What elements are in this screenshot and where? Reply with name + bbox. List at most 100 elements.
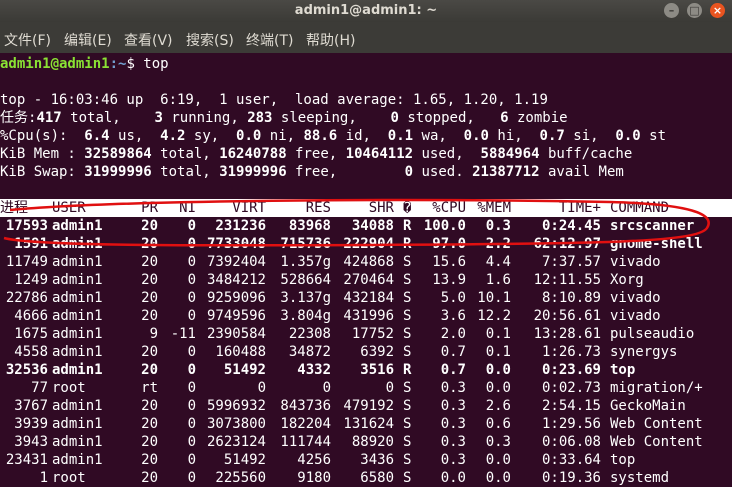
cell-ni: 0 xyxy=(187,452,196,468)
cell-virt: 51492 xyxy=(223,452,266,468)
cell-s: S xyxy=(403,452,412,468)
cell-pr: 9 xyxy=(149,326,158,342)
title-bar[interactable]: admin1@admin1: ~ – □ × xyxy=(0,0,732,22)
cell-virt: 3484212 xyxy=(206,272,266,288)
cell-time: 8:10.89 xyxy=(541,290,601,306)
cell-shr: 88920 xyxy=(351,434,394,450)
cell-pid: 22786 xyxy=(5,290,48,306)
cell-time: 0:23.69 xyxy=(541,362,601,378)
cell-s: S xyxy=(403,272,412,288)
cell-pr: 20 xyxy=(141,290,158,306)
cell-pr: 20 xyxy=(141,272,158,288)
cell-cpu: 97.0 xyxy=(432,236,466,252)
cell-pid: 1591 xyxy=(14,236,48,252)
cell-user: admin1 xyxy=(52,308,103,324)
cell-time: 62:12.97 xyxy=(533,236,601,252)
minimize-icon[interactable]: – xyxy=(664,3,679,18)
cell-mem: 0.3 xyxy=(485,434,511,450)
cell-mem: 1.6 xyxy=(485,272,511,288)
cell-virt: 51492 xyxy=(223,362,266,378)
cell-time: 12:11.55 xyxy=(533,272,601,288)
table-row: 11749 admin1 20 0 7392404 1.357g 424868 S 15.6 4.… xyxy=(0,253,732,271)
cell-res: 182204 xyxy=(280,416,331,432)
cell-virt: 5996932 xyxy=(206,398,266,414)
table-row: 1591 admin1 20 0 7733048 715736 222904 R 97.0 2.2… xyxy=(0,235,732,253)
cell-user: root xyxy=(52,380,86,396)
cell-cpu: 0.3 xyxy=(440,434,466,450)
cell-ni: 0 xyxy=(187,470,196,486)
cell-cmd: vivado xyxy=(610,290,661,306)
maximize-icon[interactable]: □ xyxy=(687,3,702,18)
cell-ni: 0 xyxy=(187,380,196,396)
cell-shr: 3436 xyxy=(360,452,394,468)
cell-res: 3.137g xyxy=(280,290,331,306)
cell-s: R xyxy=(403,236,412,252)
cell-s: S xyxy=(403,344,412,360)
cell-virt: 9259096 xyxy=(206,290,266,306)
cell-user: admin1 xyxy=(52,218,103,234)
menu-view[interactable]: 查看(V) xyxy=(124,30,173,50)
column-header-pr: PR xyxy=(141,200,158,216)
cell-ni: -11 xyxy=(170,326,196,342)
table-row: 3939 admin1 20 0 3073800 182204 131624 S 0.3 0.6 1… xyxy=(0,415,732,433)
cell-pr: rt xyxy=(141,380,158,396)
cell-mem: 0.0 xyxy=(485,452,511,468)
cell-pid: 32536 xyxy=(5,362,48,378)
cell-user: admin1 xyxy=(52,290,103,306)
menu-help[interactable]: 帮助(H) xyxy=(306,30,355,50)
menu-search[interactable]: 搜索(S) xyxy=(186,30,234,50)
cell-mem: 0.3 xyxy=(485,218,511,234)
cell-cmd: top xyxy=(610,452,636,468)
cell-cmd: Web Content xyxy=(610,416,703,432)
cell-res: 111744 xyxy=(280,434,331,450)
cell-cmd: vivado xyxy=(610,308,661,324)
cell-res: 83968 xyxy=(288,218,331,234)
cell-s: R xyxy=(403,218,412,234)
terminal-area[interactable]: admin1@admin1:~$ top top - 16:03:46 up 6… xyxy=(0,53,732,487)
table-row: 22786 admin1 20 0 9259096 3.137g 432184 S 5.0 10.… xyxy=(0,289,732,307)
uptime-line: top - 16:03:46 up 6:19, 1 user, load ave… xyxy=(0,92,548,108)
cell-pr: 20 xyxy=(141,452,158,468)
cell-shr: 424868 xyxy=(343,254,394,270)
window-title: admin1@admin1: ~ xyxy=(294,3,438,18)
cell-ni: 0 xyxy=(187,218,196,234)
column-header-mem: %MEM xyxy=(477,200,511,216)
cell-pid: 17593 xyxy=(5,218,48,234)
column-header-pid: 进程 xyxy=(0,200,28,216)
cell-ni: 0 xyxy=(187,272,196,288)
cell-s: S xyxy=(403,326,412,342)
table-row: 23431 admin1 20 0 51492 4256 3436 S 0.3 0.0 0:33.6… xyxy=(0,451,732,469)
cell-time: 0:33.64 xyxy=(541,452,601,468)
column-header-user: USER xyxy=(52,200,86,216)
table-row: 1 root 20 0 225560 9180 6580 S 0.0 0.0 0:19.36 syst… xyxy=(0,469,732,487)
cell-res: 22308 xyxy=(288,326,331,342)
column-header-res: RES xyxy=(305,200,331,216)
cell-s: S xyxy=(403,290,412,306)
cell-mem: 2.6 xyxy=(485,398,511,414)
close-icon[interactable]: × xyxy=(710,3,725,18)
cpu-line: %Cpu(s): 6.4 us, 4.2 sy, 0.0 ni, 88.6 id… xyxy=(0,128,667,144)
cell-ni: 0 xyxy=(187,308,196,324)
cell-shr: 479192 xyxy=(343,398,394,414)
cell-pid: 1675 xyxy=(14,326,48,342)
cell-user: admin1 xyxy=(52,452,103,468)
cell-cmd: Xorg xyxy=(610,272,644,288)
cell-virt: 3073800 xyxy=(206,416,266,432)
table-row: 1675 admin1 9 -11 2390584 22308 17752 S 2.0 0.1 13… xyxy=(0,325,732,343)
cell-user: admin1 xyxy=(52,254,103,270)
menu-edit[interactable]: 编辑(E) xyxy=(64,30,112,50)
cell-virt: 2390584 xyxy=(206,326,266,342)
table-row: 77 root rt 0 0 0 0 S 0.3 0.0 0:02.73 migration/+ xyxy=(0,379,732,397)
cell-time: 0:24.45 xyxy=(541,218,601,234)
cell-shr: 0 xyxy=(385,380,394,396)
cell-virt: 0 xyxy=(257,380,266,396)
tasks-line: 任务:417 total, 3 running, 283 sleeping, 0… xyxy=(0,110,568,126)
column-header-virt: VIRT xyxy=(232,200,266,216)
swap-line: KiB Swap: 31999996 total, 31999996 free,… xyxy=(0,164,624,180)
cell-shr: 34088 xyxy=(351,218,394,234)
cell-pr: 20 xyxy=(141,236,158,252)
cell-shr: 431996 xyxy=(343,308,394,324)
cell-pid: 3767 xyxy=(14,398,48,414)
menu-terminal[interactable]: 终端(T) xyxy=(246,30,293,50)
menu-file[interactable]: 文件(F) xyxy=(4,30,51,50)
